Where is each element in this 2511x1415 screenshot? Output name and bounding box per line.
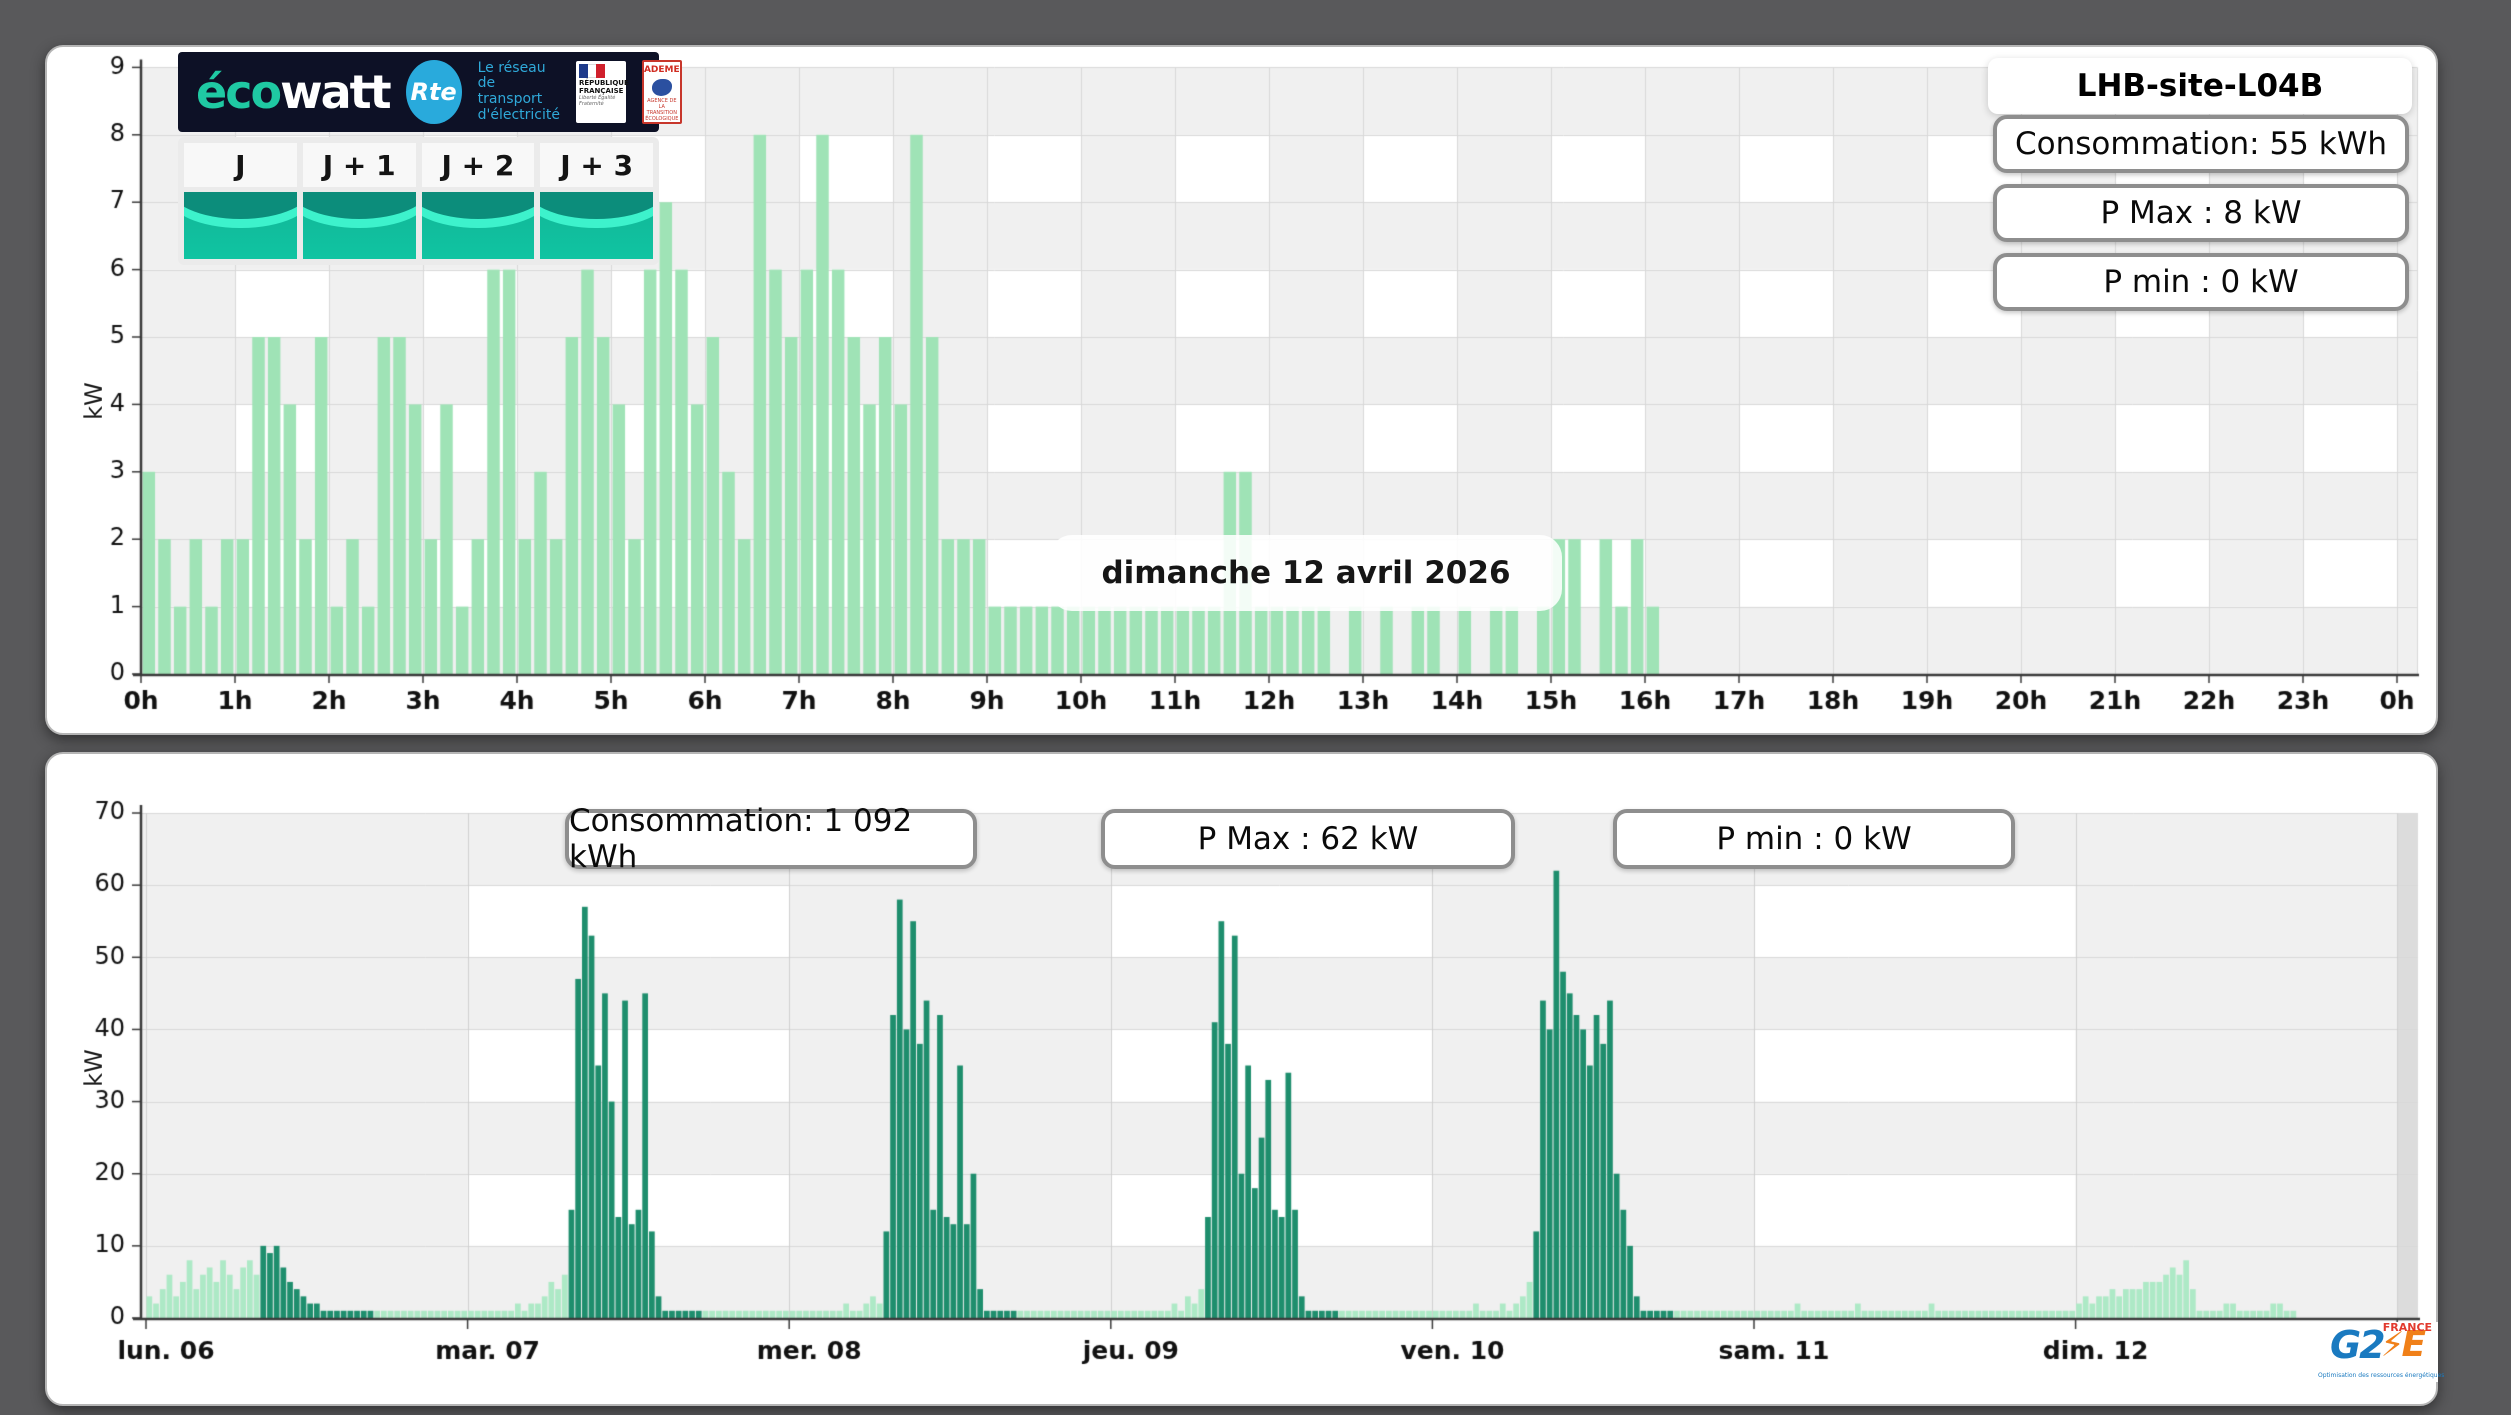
ecowatt-logo: écowatt Rte Le réseau de transport d'éle… [178, 52, 682, 132]
day-tab-j2[interactable]: J + 2 [421, 143, 535, 259]
gov-badge-motto: Liberté Égalité Fraternité [578, 95, 616, 108]
rte-icon: Rte [405, 60, 462, 124]
ecowatt-brand-eco: éco [196, 65, 282, 119]
ademe-badge-subtext: AGENCE DE LA TRANSITION ÉCOLOGIQUE [645, 98, 679, 122]
daily-chart-panel: kW écowatt Rte Le réseau de transport d'… [45, 45, 2438, 735]
g2e-logo-tagline: Optimisation des ressources énergétiques [2318, 1372, 2445, 1379]
weekly-pmin-stat-chip[interactable]: P min : 0 kW [1613, 809, 2015, 869]
site-name-label: LHB-site-L04B [1988, 58, 2412, 114]
day-tab-j3[interactable]: J + 3 [540, 143, 653, 259]
day-tab-j2-label: J + 2 [421, 143, 535, 187]
energy-dashboard: { "page": { "background": "#59595b", "ac… [0, 0, 2511, 1415]
g2e-logo-france: FRANCE [2382, 1321, 2433, 1334]
ecowatt-brand: écowatt [196, 65, 392, 119]
selected-date-label: dimanche 12 avril 2026 [1050, 535, 1562, 611]
weekly-chart-panel: kW Consommation: 1 092 kWh P Max : 62 kW… [45, 752, 2445, 1406]
g2e-logo-g2: G2 [2329, 1323, 2386, 1367]
france-flag-icon [578, 64, 605, 78]
daily-pmin-stat-chip[interactable]: P min : 0 kW [1993, 253, 2409, 311]
daily-consumption-stat-chip[interactable]: Consommation: 55 kWh [1993, 115, 2409, 173]
ecowatt-day-tabs: J J + 1 J + 2 J + 3 [178, 137, 659, 265]
ecowatt-signal-green-icon [302, 192, 416, 259]
republique-francaise-badge: RÉPUBLIQUE FRANÇAISE Liberté Égalité Fra… [575, 61, 629, 123]
ecowatt-signal-green-icon [421, 192, 535, 259]
g2e-logo-text: G2 ⚡ E FRANCE [2329, 1322, 2432, 1367]
g2e-france-logo: G2 ⚡ E FRANCE Optimisation des ressource… [2318, 1322, 2445, 1382]
ecowatt-brand-watt: watt [280, 65, 392, 119]
ademe-badge: ADEME AGENCE DE LA TRANSITION ÉCOLOGIQUE [641, 60, 682, 124]
daily-y-axis-unit-label: kW [79, 382, 108, 420]
gov-badge-text: RÉPUBLIQUE FRANÇAISE [578, 79, 629, 95]
day-tab-j-label: J [184, 143, 297, 187]
rte-tagline: Le réseau de transport d'électricité [477, 59, 560, 123]
ademe-globe-icon [651, 79, 672, 96]
weekly-y-axis-unit-label: kW [79, 1049, 108, 1087]
day-tab-j1-label: J + 1 [302, 143, 416, 187]
weekly-pmax-stat-chip[interactable]: P Max : 62 kW [1101, 809, 1515, 869]
day-tab-j[interactable]: J [184, 143, 297, 259]
ademe-badge-text: ADEME [643, 65, 680, 75]
ecowatt-signal-green-icon [184, 192, 297, 259]
weekly-consumption-stat-chip[interactable]: Consommation: 1 092 kWh [565, 803, 977, 875]
ecowatt-signal-green-icon [540, 192, 653, 259]
daily-pmax-stat-chip[interactable]: P Max : 8 kW [1993, 184, 2409, 242]
day-tab-j1[interactable]: J + 1 [302, 143, 416, 259]
day-tab-j3-label: J + 3 [540, 143, 653, 187]
